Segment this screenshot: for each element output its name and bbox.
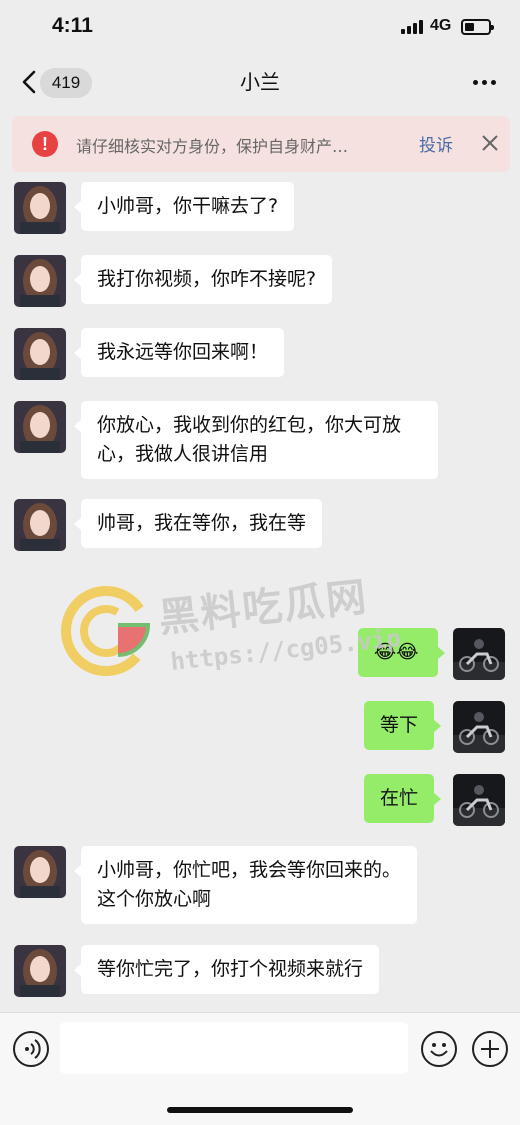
contact-avatar[interactable]	[14, 499, 66, 551]
status-bar: 4:11 4G	[0, 0, 520, 56]
message-bubble-incoming[interactable]: 等你忙完了，你打个视频来就行	[73, 945, 380, 994]
contact-avatar[interactable]	[14, 401, 66, 453]
more-actions-button[interactable]	[472, 1031, 508, 1067]
user-avatar[interactable]	[453, 774, 505, 826]
message-bubble-outgoing[interactable]: 在忙	[364, 774, 442, 823]
close-icon[interactable]	[479, 132, 501, 154]
watermark-title: 黑料吃瓜网	[156, 574, 371, 642]
warning-text: 请仔细核实对方身份，保护自身财产…	[76, 137, 349, 156]
watermark-logo-icon	[61, 586, 151, 676]
status-time: 4:11	[52, 14, 93, 37]
more-options-icon[interactable]	[470, 76, 500, 88]
contact-avatar[interactable]	[14, 182, 66, 234]
contact-avatar[interactable]	[14, 945, 66, 997]
contact-avatar[interactable]	[14, 846, 66, 898]
message-bubble-outgoing[interactable]: 😂😂	[358, 628, 445, 677]
network-type: 4G	[430, 17, 452, 34]
voice-icon	[25, 1039, 41, 1059]
chat-header: 419 小兰	[0, 56, 520, 108]
message-bubble-outgoing[interactable]: 等下	[364, 701, 442, 750]
signal-icon	[401, 20, 423, 34]
home-indicator	[167, 1107, 353, 1113]
unread-count-badge[interactable]: 419	[40, 68, 92, 98]
contact-avatar[interactable]	[14, 328, 66, 380]
safety-warning-banner: ! 请仔细核实对方身份，保护自身财产… 投诉	[12, 116, 510, 172]
warning-icon: !	[32, 131, 58, 157]
voice-input-button[interactable]	[13, 1031, 49, 1067]
contact-avatar[interactable]	[14, 255, 66, 307]
message-bubble-incoming[interactable]: 我永远等你回来啊！	[73, 328, 285, 377]
message-bubble-incoming[interactable]: 小帅哥，你干嘛去了?	[73, 182, 295, 231]
report-link[interactable]: 投诉	[419, 131, 453, 156]
back-arrow-icon[interactable]	[18, 68, 42, 96]
plus-icon	[481, 1040, 499, 1058]
battery-icon	[461, 19, 494, 35]
user-avatar[interactable]	[453, 701, 505, 753]
user-avatar[interactable]	[453, 628, 505, 680]
smiley-icon	[430, 1043, 448, 1057]
message-input[interactable]	[60, 1022, 408, 1074]
emoji-button[interactable]	[421, 1031, 457, 1067]
message-bubble-incoming[interactable]: 你放心，我收到你的红包，你大可放心，我做人很讲信用	[74, 401, 438, 479]
message-bubble-incoming[interactable]: 帅哥，我在等你，我在等	[73, 499, 323, 548]
message-bubble-incoming[interactable]: 我打你视频，你咋不接呢?	[73, 255, 333, 304]
message-bubble-incoming[interactable]: 小帅哥，你忙吧，我会等你回来的。这个你放心啊	[74, 846, 417, 924]
